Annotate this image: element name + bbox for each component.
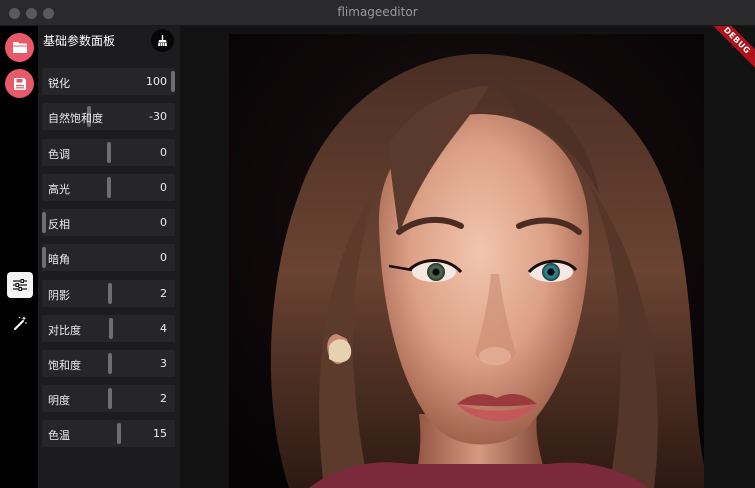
param-slider-thumb[interactable] [117, 423, 121, 444]
param-slider-thumb[interactable] [109, 318, 113, 339]
param-row-invert[interactable]: 反相 0 [42, 209, 175, 236]
image-canvas[interactable]: DEBUG [180, 26, 755, 488]
param-value: 0 [160, 181, 167, 194]
param-value: 0 [160, 251, 167, 264]
param-label: 对比度 [48, 324, 81, 337]
param-value: 2 [160, 392, 167, 405]
panel-title: 基础参数面板 [43, 34, 116, 48]
param-slider-thumb[interactable] [108, 283, 112, 304]
debug-banner: DEBUG [704, 26, 755, 74]
window-title: flimageeditor [337, 5, 418, 19]
portrait-image [229, 34, 704, 488]
magic-tool-button[interactable] [7, 310, 33, 336]
param-label: 暗角 [48, 253, 70, 266]
param-row-saturation[interactable]: 饱和度 3 [42, 350, 175, 377]
param-label: 高光 [48, 183, 70, 196]
param-value: 0 [160, 216, 167, 229]
param-value: -30 [149, 110, 167, 123]
param-row-hue[interactable]: 色调 0 [42, 139, 175, 166]
app-window: flimageeditor 基础参数面板 锐化 100 自然饱和度 -30 色调… [0, 0, 755, 488]
param-value: 3 [160, 357, 167, 370]
param-slider-thumb[interactable] [42, 247, 46, 268]
param-slider-thumb[interactable] [107, 177, 111, 198]
title-bar: flimageeditor [0, 0, 755, 26]
param-row-contrast[interactable]: 对比度 4 [42, 315, 175, 342]
save-file-button[interactable] [5, 69, 34, 98]
portrait-photo[interactable] [229, 34, 704, 488]
folder-icon [12, 42, 27, 53]
param-value: 100 [146, 75, 167, 88]
param-slider-thumb[interactable] [171, 71, 175, 92]
param-row-highlights[interactable]: 高光 0 [42, 174, 175, 201]
param-label: 阴影 [48, 289, 70, 302]
adjust-tool-button[interactable] [7, 272, 33, 298]
param-label: 锐化 [48, 77, 70, 90]
param-row-brightness[interactable]: 明度 2 [42, 385, 175, 412]
save-icon [13, 77, 26, 90]
param-row-sharpen[interactable]: 锐化 100 [42, 68, 175, 95]
param-label: 色温 [48, 429, 70, 442]
param-label: 饱和度 [48, 359, 81, 372]
left-toolbar [0, 26, 38, 488]
param-value: 2 [160, 287, 167, 300]
reset-params-button[interactable] [151, 29, 174, 52]
broom-icon [158, 35, 167, 47]
param-label: 反相 [48, 218, 70, 231]
param-value: 15 [153, 427, 167, 440]
param-label: 自然饱和度 [48, 112, 103, 125]
param-row-temperature[interactable]: 色温 15 [42, 420, 175, 447]
open-file-button[interactable] [5, 33, 34, 62]
param-row-shadows[interactable]: 阴影 2 [42, 280, 175, 307]
param-label: 色调 [48, 148, 70, 161]
param-row-vibrance[interactable]: 自然饱和度 -30 [42, 103, 175, 130]
magic-wand-icon [14, 316, 27, 330]
param-slider-thumb[interactable] [108, 388, 112, 409]
param-slider-thumb[interactable] [107, 142, 111, 163]
param-value: 0 [160, 146, 167, 159]
param-slider-thumb[interactable] [42, 212, 46, 233]
basic-params-panel: 基础参数面板 锐化 100 自然饱和度 -30 色调 0 高光 0 反相 0 暗… [38, 26, 180, 488]
param-row-vignette[interactable]: 暗角 0 [42, 244, 175, 271]
param-label: 明度 [48, 394, 70, 407]
param-slider-thumb[interactable] [108, 353, 112, 374]
sliders-icon [13, 279, 27, 291]
param-value: 4 [160, 322, 167, 335]
